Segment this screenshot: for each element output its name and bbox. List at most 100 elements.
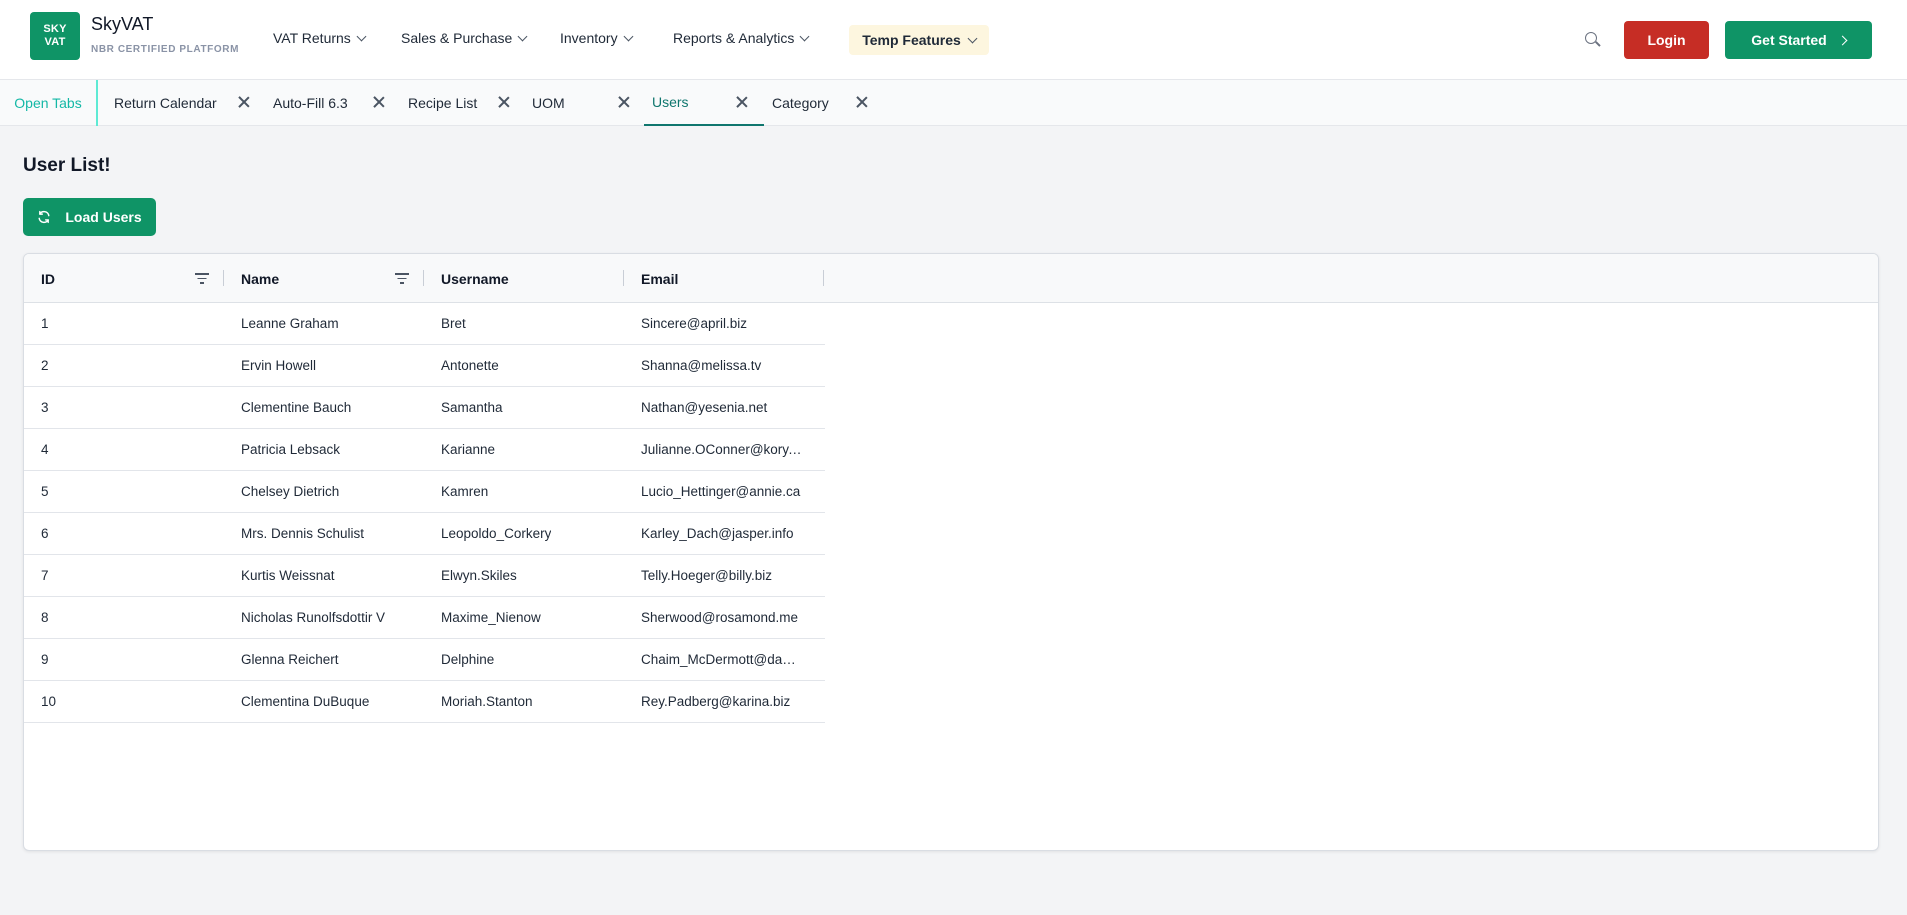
- tab-label: Users: [652, 94, 689, 110]
- top-header: SKY VAT SkyVAT NBR CERTIFIED PLATFORM VA…: [0, 0, 1907, 80]
- chevron-down-icon: [517, 31, 528, 41]
- login-button[interactable]: Login: [1624, 21, 1709, 59]
- cell-email: Chaim_McDermott@dana.io: [641, 652, 803, 667]
- cell-id: 10: [41, 694, 57, 709]
- brand-name[interactable]: SkyVAT: [91, 14, 153, 35]
- cell-email: Karley_Dach@jasper.info: [641, 526, 794, 541]
- table-row[interactable]: 10 Clementina DuBuque Moriah.Stanton Rey.Pa…: [24, 681, 825, 723]
- close-icon[interactable]: [373, 96, 385, 108]
- close-icon[interactable]: [238, 96, 250, 108]
- tab-uom[interactable]: UOM: [532, 80, 632, 126]
- cell-name: Patricia Lebsack: [241, 442, 341, 457]
- cell-email: Shanna@melissa.tv: [641, 358, 762, 373]
- nav-inventory[interactable]: Inventory: [560, 30, 634, 46]
- cell-email: Julianne.OConner@kory.org: [641, 442, 803, 457]
- tab-label: UOM: [532, 95, 565, 111]
- cell-name: Glenna Reichert: [241, 652, 339, 667]
- cell-id: 5: [41, 484, 49, 499]
- nav-vat-returns[interactable]: VAT Returns: [273, 30, 367, 46]
- logo-line-2: VAT: [44, 36, 66, 48]
- brand-logo[interactable]: SKY VAT: [30, 12, 80, 60]
- tab-auto-fill[interactable]: Auto-Fill 6.3: [273, 80, 385, 126]
- table-row[interactable]: 6 Mrs. Dennis Schulist Leopoldo_Corkery Kar…: [24, 513, 825, 555]
- cell-username: Antonette: [441, 358, 499, 373]
- cell-id: 2: [41, 358, 49, 373]
- filter-icon[interactable]: [195, 273, 209, 284]
- cell-username: Moriah.Stanton: [441, 694, 533, 709]
- column-resize-handle[interactable]: [423, 270, 424, 286]
- cell-username: Karianne: [441, 442, 496, 457]
- nav-sales-purchase[interactable]: Sales & Purchase: [401, 30, 528, 46]
- filter-icon[interactable]: [395, 273, 409, 284]
- table-row[interactable]: 4 Patricia Lebsack Karianne Julianne.OConne…: [24, 429, 825, 471]
- close-icon[interactable]: [618, 96, 630, 108]
- cell-id: 4: [41, 442, 49, 457]
- cell-email: Lucio_Hettinger@annie.ca: [641, 484, 801, 499]
- table-row[interactable]: 7 Kurtis Weissnat Elwyn.Skiles Telly.Hoeger…: [24, 555, 825, 597]
- nav-reports-analytics[interactable]: Reports & Analytics: [673, 30, 810, 46]
- table-row[interactable]: 8 Nicholas Runolfsdottir V Maxime_Nienow Sh…: [24, 597, 825, 639]
- cell-email: Sherwood@rosamond.me: [641, 610, 799, 625]
- cell-id: 8: [41, 610, 49, 625]
- tab-return-calendar[interactable]: Return Calendar: [114, 80, 251, 126]
- chevron-down-icon: [799, 31, 810, 41]
- get-started-button[interactable]: Get Started: [1725, 21, 1872, 59]
- chevron-down-icon: [967, 33, 978, 43]
- cell-username: Maxime_Nienow: [441, 610, 541, 625]
- cell-name: Leanne Graham: [241, 316, 339, 331]
- tab-bar: Open Tabs Return Calendar Auto-Fill 6.3 …: [0, 80, 1907, 126]
- column-header-email[interactable]: Email: [641, 254, 678, 303]
- cell-email: Telly.Hoeger@billy.biz: [641, 568, 772, 583]
- cell-id: 9: [41, 652, 49, 667]
- nav-temp-features[interactable]: Temp Features: [849, 25, 989, 55]
- brand-subtitle: NBR CERTIFIED PLATFORM: [91, 44, 240, 55]
- open-tabs-label: Open Tabs: [0, 80, 98, 126]
- table-header: ID Name Username Email: [24, 254, 1878, 303]
- column-header-username[interactable]: Username: [441, 254, 509, 303]
- table-row[interactable]: 3 Clementine Bauch Samantha Nathan@yesenia.…: [24, 387, 825, 429]
- cell-name: Mrs. Dennis Schulist: [241, 526, 365, 541]
- cell-name: Clementine Bauch: [241, 400, 352, 415]
- tab-recipe-list[interactable]: Recipe List: [408, 80, 510, 126]
- search-icon[interactable]: [1585, 32, 1601, 48]
- cell-email: Sincere@april.biz: [641, 316, 747, 331]
- tab-users[interactable]: Users: [644, 80, 764, 126]
- nav-label: Inventory: [560, 30, 618, 46]
- table-row[interactable]: 5 Chelsey Dietrich Kamren Lucio_Hettinger@a…: [24, 471, 825, 513]
- column-resize-handle[interactable]: [823, 270, 824, 286]
- table-row[interactable]: 9 Glenna Reichert Delphine Chaim_McDermott@…: [24, 639, 825, 681]
- column-resize-handle[interactable]: [623, 270, 624, 286]
- column-header-id[interactable]: ID: [41, 254, 55, 303]
- chevron-down-icon: [356, 31, 367, 41]
- load-users-label: Load Users: [65, 209, 142, 225]
- cell-id: 3: [41, 400, 49, 415]
- tab-label: Auto-Fill 6.3: [273, 95, 348, 111]
- cell-username: Elwyn.Skiles: [441, 568, 517, 583]
- cell-name: Nicholas Runolfsdottir V: [241, 610, 386, 625]
- page-title: User List!: [23, 155, 111, 176]
- tab-category[interactable]: Category: [772, 80, 872, 126]
- load-users-button[interactable]: Load Users: [23, 198, 156, 236]
- cell-id: 6: [41, 526, 49, 541]
- nav-label: Sales & Purchase: [401, 30, 513, 46]
- table-row[interactable]: 2 Ervin Howell Antonette Shanna@melissa.tv: [24, 345, 825, 387]
- column-header-name[interactable]: Name: [241, 254, 279, 303]
- tab-label: Category: [772, 95, 829, 111]
- tab-label: Return Calendar: [114, 95, 217, 111]
- close-icon[interactable]: [736, 96, 748, 108]
- cell-username: Leopoldo_Corkery: [441, 526, 552, 541]
- cell-name: Kurtis Weissnat: [241, 568, 335, 583]
- nav-label: VAT Returns: [273, 30, 351, 46]
- column-resize-handle[interactable]: [223, 270, 224, 286]
- close-icon[interactable]: [856, 96, 868, 108]
- cell-email: Rey.Padberg@karina.biz: [641, 694, 791, 709]
- get-started-label: Get Started: [1751, 32, 1827, 48]
- nav-label: Temp Features: [862, 32, 961, 48]
- cell-id: 7: [41, 568, 49, 583]
- chevron-down-icon: [623, 31, 634, 41]
- cell-name: Clementina DuBuque: [241, 694, 370, 709]
- table-row[interactable]: 1 Leanne Graham Bret Sincere@april.biz: [24, 303, 825, 345]
- cell-username: Delphine: [441, 652, 495, 667]
- close-icon[interactable]: [498, 96, 510, 108]
- tab-label: Recipe List: [408, 95, 478, 111]
